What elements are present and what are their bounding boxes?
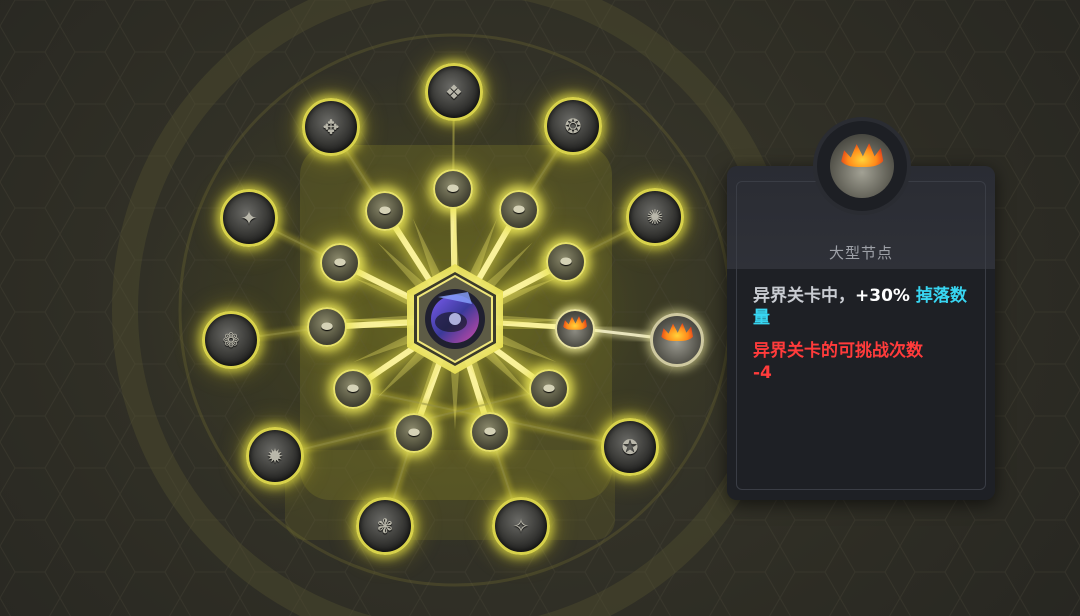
dragon-crest-icon: ✧: [512, 514, 530, 538]
inner-skill-node[interactable]: ⬬: [394, 413, 434, 453]
inner-skill-node[interactable]: ⬬: [529, 369, 569, 409]
small-pot-icon: ⬬: [334, 255, 346, 271]
selected-small-node[interactable]: [555, 309, 595, 349]
outer-skill-node[interactable]: ✪: [601, 418, 659, 476]
small-pot-icon: ⬬: [513, 202, 525, 218]
treasure-pot-icon: [562, 316, 588, 330]
lion-crest-icon: ✥: [322, 115, 340, 139]
small-pot-icon: ⬬: [543, 381, 555, 397]
beast-emblem-icon: ❖: [445, 80, 463, 104]
wreath-emblem-icon: ❁: [222, 328, 240, 352]
effect-value: +30%: [855, 286, 910, 306]
ring-crest-icon: ❂: [564, 114, 582, 138]
outer-skill-node[interactable]: ✥: [302, 98, 360, 156]
inner-skill-node[interactable]: ⬬: [470, 412, 510, 452]
inner-skill-node[interactable]: ⬬: [365, 191, 405, 231]
pot-emblem-icon: ✺: [646, 205, 664, 229]
small-pot-icon: ⬬: [321, 319, 333, 335]
outer-skill-node[interactable]: ❁: [202, 311, 260, 369]
effect-prefix: 异界关卡中，: [753, 286, 855, 306]
outer-skill-node[interactable]: ✧: [492, 497, 550, 555]
helmet-emblem-icon: ❃: [376, 514, 394, 538]
small-pot-icon: ⬬: [347, 381, 359, 397]
inner-skill-node[interactable]: ⬬: [546, 242, 586, 282]
small-pot-icon: ⬬: [408, 425, 420, 441]
blue-gem-relic-icon: [407, 264, 503, 374]
penalty-text: 异界关卡的可挑战次数: [753, 341, 923, 361]
inner-skill-node[interactable]: ⬬: [433, 169, 473, 209]
penalty-value: -4: [753, 363, 772, 383]
small-pot-icon: ⬬: [484, 424, 496, 440]
dragon-crest-icon: ✦: [240, 206, 258, 230]
effect-description: 异界关卡中，+30% 掉落数量: [753, 285, 983, 329]
outer-skill-node[interactable]: ✦: [220, 189, 278, 247]
outer-skill-node[interactable]: ❃: [356, 497, 414, 555]
outer-skill-node[interactable]: ✹: [246, 427, 304, 485]
tooltip-icon-frame: [817, 121, 907, 211]
penalty-description: 异界关卡的可挑战次数 -4: [753, 340, 983, 384]
inner-skill-node[interactable]: ⬬: [499, 190, 539, 230]
node-tooltip: 大型节点: [727, 166, 995, 500]
center-core-node[interactable]: [398, 262, 512, 376]
mask-emblem-icon: ✪: [621, 435, 639, 459]
skill-tree-stage: ❖ ✥ ❂ ✦ ✺ ❁ ✪ ✹ ❃ ✧ ⬬ ⬬ ⬬ ⬬ ⬬ ⬬ ⬬ ⬬ ⬬ ⬬: [0, 0, 1080, 616]
treasure-pot-icon: [830, 134, 894, 198]
tooltip-title: 大型节点: [828, 244, 893, 262]
outer-skill-node[interactable]: ❂: [544, 97, 602, 155]
inner-skill-node[interactable]: ⬬: [320, 243, 360, 283]
outer-skill-node[interactable]: ✺: [626, 188, 684, 246]
outer-skill-node[interactable]: ❖: [425, 63, 483, 121]
inner-skill-node[interactable]: ⬬: [307, 307, 347, 347]
shell-emblem-icon: ✹: [266, 444, 284, 468]
treasure-pot-icon: [660, 322, 694, 341]
small-pot-icon: ⬬: [379, 203, 391, 219]
small-pot-icon: ⬬: [447, 181, 459, 197]
inner-skill-node[interactable]: ⬬: [333, 369, 373, 409]
small-pot-icon: ⬬: [560, 254, 572, 270]
large-node[interactable]: [650, 313, 704, 367]
